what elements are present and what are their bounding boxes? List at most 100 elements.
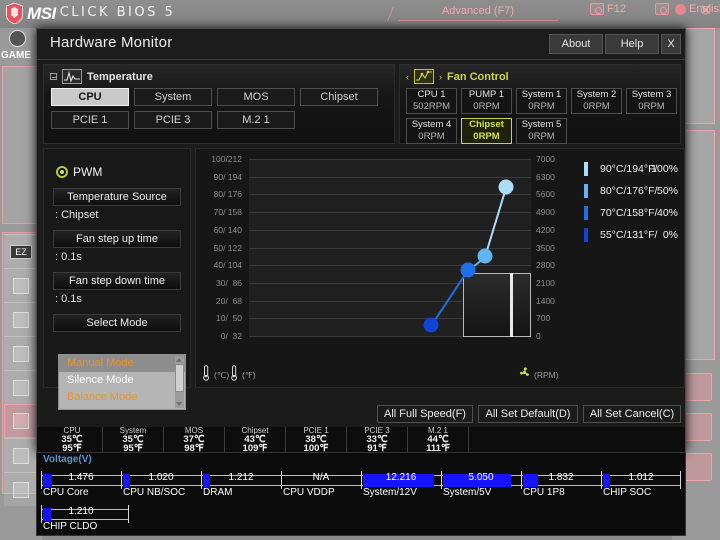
y-axis-right-tick: 4900 <box>536 207 555 217</box>
fan-rpm: 0RPM <box>462 101 511 113</box>
sidebar-item-board-explorer[interactable] <box>4 438 38 472</box>
sidebar-item-mflash[interactable] <box>4 336 38 370</box>
temp-tab-chipset[interactable]: Chipset <box>300 88 378 106</box>
globe-icon <box>675 4 686 15</box>
search-shortcut[interactable] <box>655 3 669 15</box>
right-item-2[interactable] <box>682 413 712 441</box>
grid-line <box>249 177 531 178</box>
help-button[interactable]: Help <box>605 34 659 54</box>
fan-button-cpu1[interactable]: CPU 1 502RPM <box>406 88 457 114</box>
screenshot-shortcut[interactable]: F12 <box>590 3 626 15</box>
legend-row: 55°C/131°F/ 0% <box>584 225 682 247</box>
right-item-1[interactable] <box>682 373 712 401</box>
fan-button-system1[interactable]: System 1 0RPM <box>516 88 567 114</box>
voltage-item: 1.832CPU 1P8 <box>521 467 601 501</box>
advanced-mode-tag[interactable]: Advanced (F7) <box>398 1 558 21</box>
temp-tab-system[interactable]: System <box>134 88 212 106</box>
scroll-up-icon[interactable] <box>176 358 182 362</box>
fan-step-down-time-button[interactable]: Fan step down time <box>53 272 181 290</box>
sidebar-item-hardware-monitor[interactable] <box>4 404 38 438</box>
voltage-label: CHIP CLDO <box>43 521 97 532</box>
voltage-tick-end <box>128 505 129 523</box>
close-button[interactable]: X <box>661 34 681 54</box>
curve-point-55c[interactable] <box>423 318 438 333</box>
fan-curve-legend: 90°C/194°F/ 100% 80°C/176°F/ 50% 70°C/15… <box>584 159 682 247</box>
voltage-value: 1.832 <box>521 472 601 483</box>
sidebar-item-favorites[interactable] <box>4 370 38 404</box>
sidebar-item-settings[interactable] <box>4 268 38 302</box>
pwm-radio-icon[interactable] <box>56 166 68 178</box>
fan-rpm: 0RPM <box>627 101 676 113</box>
clock-icon <box>9 30 26 47</box>
select-mode-button[interactable]: Select Mode <box>53 314 181 332</box>
all-full-speed-button[interactable]: All Full Speed(F) <box>377 405 473 423</box>
fahrenheit-unit-label: (℉) <box>242 370 256 381</box>
pwm-mode-row[interactable]: PWM <box>56 165 190 179</box>
fan-curve-plot[interactable] <box>249 159 531 337</box>
legend-value: 40% <box>657 203 678 223</box>
voltage-panel-title: Voltage(V) <box>43 454 92 465</box>
temp-reading-cpu: CPU 35℃ 95℉ <box>42 427 103 452</box>
legend-swatch-icon <box>584 184 588 198</box>
sidebar-item-boot[interactable] <box>4 472 38 506</box>
fan-button-chipset[interactable]: Chipset 0RPM <box>461 118 512 144</box>
all-set-default-button[interactable]: All Set Default(D) <box>478 405 578 423</box>
y-axis-left-tick: 0/ 32 <box>221 331 242 341</box>
fan-name: System 1 <box>517 89 566 101</box>
fan-button-pump1[interactable]: PUMP 1 0RPM <box>461 88 512 114</box>
mode-option-manual[interactable]: Manual Mode <box>59 355 185 372</box>
grid-line <box>249 265 531 266</box>
fan-button-system4[interactable]: System 4 0RPM <box>406 118 457 144</box>
y-axis-right-tick: 2800 <box>536 260 555 270</box>
temperature-source-button[interactable]: Temperature Source <box>53 188 181 206</box>
all-set-cancel-button[interactable]: All Set Cancel(C) <box>583 405 681 423</box>
left-axis-ticks: 100/21290/ 19480/ 17670/ 15860/ 14050/ 1… <box>196 159 245 337</box>
right-item-3[interactable] <box>682 453 712 481</box>
voltage-item: 1.476CPU Core <box>41 467 121 501</box>
legend-label: 70°C/158°F/ <box>600 203 657 223</box>
fan-speed-slider-box[interactable] <box>463 273 531 337</box>
temp-tab-pcie3[interactable]: PCIE 3 <box>134 111 212 129</box>
legend-row: 90°C/194°F/ 100% <box>584 159 682 181</box>
dialog-title-buttons: About Help X <box>549 34 681 54</box>
curve-point-90c[interactable] <box>499 180 514 195</box>
fan-speed-slider-handle[interactable] <box>510 273 513 337</box>
mode-option-balance[interactable]: Balance Mode <box>59 389 185 406</box>
dropdown-scrollbar[interactable] <box>175 356 184 408</box>
mode-dropdown-list[interactable]: Manual Mode Silence Mode Balance Mode <box>58 354 186 410</box>
y-axis-right-tick: 6300 <box>536 172 555 182</box>
dialog-title: Hardware Monitor <box>50 34 172 51</box>
bios-top-bar: MSI CLICK BIOS 5 Advanced (F7) F12 Engli… <box>0 0 720 28</box>
grid-line <box>249 230 531 231</box>
y-axis-left-tick: 80/ 176 <box>214 189 242 199</box>
fan-step-up-time-button[interactable]: Fan step up time <box>53 230 181 248</box>
temp-tab-mos[interactable]: MOS <box>217 88 295 106</box>
collapse-icon[interactable] <box>50 73 57 80</box>
fan-button-system3[interactable]: System 3 0RPM <box>626 88 677 114</box>
next-arrow-icon[interactable]: › <box>439 72 442 82</box>
fan-name: System 4 <box>407 119 456 131</box>
y-axis-left-tick: 50/ 122 <box>214 243 242 253</box>
curve-point-80c[interactable] <box>478 249 493 264</box>
bios-close-icon[interactable]: ✕ <box>699 3 712 18</box>
fan-button-system2[interactable]: System 2 0RPM <box>571 88 622 114</box>
voltage-value: 1.212 <box>201 472 281 483</box>
temp-tab-cpu[interactable]: CPU <box>51 88 129 106</box>
star-icon <box>13 380 29 396</box>
scrollbar-thumb[interactable] <box>175 364 184 392</box>
fan-button-system5[interactable]: System 5 0RPM <box>516 118 567 144</box>
ez-icon: EZ <box>10 245 32 259</box>
curve-point-70c[interactable] <box>460 263 475 278</box>
scroll-down-icon[interactable] <box>176 402 182 406</box>
about-button[interactable]: About <box>549 34 603 54</box>
fan-rpm: 0RPM <box>517 101 566 113</box>
sidebar-item-ez-mode[interactable]: EZ <box>4 234 38 268</box>
mode-option-silence[interactable]: Silence Mode <box>59 372 185 389</box>
temp-tab-pcie1[interactable]: PCIE 1 <box>51 111 129 129</box>
legend-label: 80°C/176°F/ <box>600 181 657 201</box>
language-selector[interactable]: English <box>675 3 720 15</box>
temp-tab-m21[interactable]: M.2 1 <box>217 111 295 129</box>
sidebar-item-overclocking[interactable] <box>4 302 38 336</box>
temperature-panel: Temperature CPU System MOS Chipset PCIE … <box>43 64 395 144</box>
prev-arrow-icon[interactable]: ‹ <box>406 72 409 82</box>
